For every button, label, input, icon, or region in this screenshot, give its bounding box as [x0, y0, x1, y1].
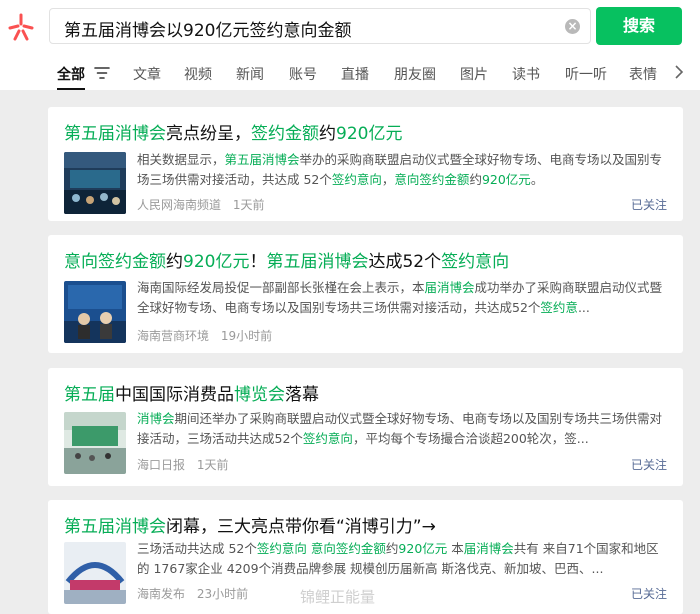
result-card[interactable]: 第五届消博会亮点纷呈，签约金额约920亿元 相关数据显示，第五届消博会举办的采购… — [48, 107, 683, 221]
result-time: 1天前 — [232, 198, 265, 212]
tab-listen[interactable]: 听一听 — [565, 64, 607, 84]
tab-images[interactable]: 图片 — [460, 64, 488, 84]
highlighted-keyword: 920亿元 — [398, 541, 448, 556]
result-thumbnail — [64, 281, 126, 343]
result-title[interactable]: 第五届消博会闭幕，三大亮点带你看“消博引力”→ — [64, 512, 436, 537]
text-segment: ， — [381, 172, 395, 187]
clear-icon[interactable]: × — [565, 19, 580, 34]
text-segment: ... — [577, 300, 590, 315]
highlighted-keyword: 签约金额 — [251, 124, 319, 144]
result-title[interactable]: 第五届消博会亮点纷呈，签约金额约920亿元 — [64, 119, 402, 144]
tab-videos[interactable]: 视频 — [184, 64, 212, 84]
highlighted-keyword: 意向签约金额 — [310, 541, 386, 556]
highlighted-keyword: 第五届消博会 — [266, 252, 369, 272]
result-source[interactable]: 海南发布 — [137, 587, 185, 601]
highlighted-keyword: 920亿元 — [183, 252, 250, 272]
result-meta: 海口日报 1天前 — [137, 456, 228, 473]
highlighted-keyword: 第五届消博会 — [64, 124, 166, 144]
result-card[interactable]: 第五届中国国际消费品博览会落幕 消博会期间还举办了采购商联盟启动仪式暨全球好物专… — [48, 368, 683, 486]
result-snippet: 海南国际经发局投促一部副部长张槿在会上表示，本届消博会成功举办了采购商联盟启动仪… — [137, 278, 667, 318]
tab-books[interactable]: 读书 — [512, 64, 540, 84]
search-input[interactable]: 第五届消博会以920亿元签约意向金额 × — [49, 8, 591, 44]
tab-live[interactable]: 直播 — [341, 64, 369, 84]
tab-all[interactable]: 全部 — [57, 64, 85, 84]
highlighted-keyword: 签约意向 — [331, 172, 382, 187]
text-segment: 约 — [469, 172, 482, 187]
highlighted-keyword: 第五届消博会 — [64, 517, 166, 537]
result-time: 19小时前 — [220, 329, 273, 343]
result-snippet: 消博会期间还举办了采购商联盟启动仪式暨全球好物专场、电商专场以及国别专场共三场供… — [137, 409, 667, 449]
follow-status[interactable]: 已关注 — [631, 456, 667, 473]
result-card[interactable]: 意向签约金额约920亿元！第五届消博会达成52个签约意向 海南国际经发局投促一部… — [48, 235, 683, 353]
highlighted-keyword: 意向签约金额 — [394, 172, 470, 187]
highlighted-keyword: 签约意向 — [441, 252, 510, 272]
highlighted-keyword: 届消博会 — [424, 280, 475, 295]
highlighted-keyword: 签约意向 — [302, 431, 353, 446]
result-thumbnail — [64, 542, 126, 604]
search-button[interactable]: 搜索 — [596, 7, 682, 45]
text-segment: 。 — [530, 172, 544, 187]
highlighted-keyword: 意向签约金额 — [64, 252, 166, 272]
search-query[interactable]: 第五届消博会以920亿元签约意向金额 — [64, 16, 351, 41]
result-source[interactable]: 海口日报 — [137, 458, 185, 472]
wechat-search-logo-icon[interactable] — [6, 12, 36, 42]
highlighted-keyword: 签约意向 — [256, 541, 307, 556]
result-snippet: 相关数据显示，第五届消博会举办的采购商联盟启动仪式暨全球好物专场、电商专场以及国… — [137, 150, 667, 190]
text-segment: 三场活动共达成 52个 — [137, 541, 257, 556]
tab-news[interactable]: 新闻 — [236, 64, 264, 84]
result-thumbnail — [64, 152, 126, 214]
result-time: 1天前 — [196, 458, 229, 472]
text-segment: ，平均每个专场撮合洽谈超200轮次，签... — [352, 431, 589, 446]
top-bar: 第五届消博会以920亿元签约意向金额 × 搜索 全部 文章 视频 新闻 账号 直… — [0, 0, 700, 90]
result-snippet: 三场活动共达成 52个签约意向 意向签约金额约920亿元 本届消博会共有 来自7… — [137, 539, 667, 579]
text-segment: 本 — [447, 541, 464, 556]
result-meta: 海南营商环境 19小时前 — [137, 327, 272, 344]
text-segment: 相关数据显示， — [137, 152, 225, 167]
tab-accounts[interactable]: 账号 — [289, 64, 317, 84]
text-segment: 约 — [319, 124, 336, 144]
tab-stickers[interactable]: 表情 — [629, 64, 657, 84]
result-thumbnail — [64, 412, 126, 474]
text-segment: 落幕 — [285, 385, 319, 405]
active-tab-underline — [57, 88, 85, 90]
filter-icon[interactable] — [94, 66, 110, 80]
highlighted-keyword: 第五届 — [64, 385, 115, 405]
highlighted-keyword: 博览会 — [234, 385, 285, 405]
text-segment: 约 — [166, 252, 183, 272]
result-title[interactable]: 意向签约金额约920亿元！第五届消博会达成52个签约意向 — [64, 247, 509, 272]
result-meta: 人民网海南频道 1天前 — [137, 196, 264, 213]
watermark-text: 锦鲤正能量 — [300, 588, 376, 606]
highlighted-keyword: 920亿元 — [481, 172, 531, 187]
highlighted-keyword: 920亿元 — [336, 124, 403, 144]
result-title[interactable]: 第五届中国国际消费品博览会落幕 — [64, 380, 319, 405]
result-source[interactable]: 海南营商环境 — [137, 329, 209, 343]
highlighted-keyword: 消博会 — [137, 411, 175, 426]
chevron-right-icon[interactable] — [672, 64, 686, 80]
highlighted-keyword: 签约意 — [540, 300, 578, 315]
result-source[interactable]: 人民网海南频道 — [137, 198, 221, 212]
result-meta: 海南发布 23小时前 — [137, 585, 248, 602]
text-segment: 海南国际经发局投促一部副部长张槿在会上表示，本 — [137, 280, 425, 295]
text-segment: ！ — [249, 252, 267, 272]
tab-articles[interactable]: 文章 — [133, 64, 161, 84]
follow-status[interactable]: 已关注 — [631, 585, 667, 602]
text-segment: 中国国际消费品 — [115, 385, 234, 405]
tab-moments[interactable]: 朋友圈 — [394, 64, 436, 84]
text-segment: 约 — [385, 541, 399, 556]
text-segment: 亮点纷呈， — [166, 124, 251, 144]
result-time: 23小时前 — [196, 587, 249, 601]
text-segment: 闭幕，三大亮点带你看“消博引力”→ — [166, 517, 436, 537]
highlighted-keyword: 届消博会 — [463, 541, 514, 556]
follow-status[interactable]: 已关注 — [631, 196, 667, 213]
text-segment: 达成52个 — [368, 252, 442, 272]
highlighted-keyword: 第五届消博会 — [224, 152, 300, 167]
